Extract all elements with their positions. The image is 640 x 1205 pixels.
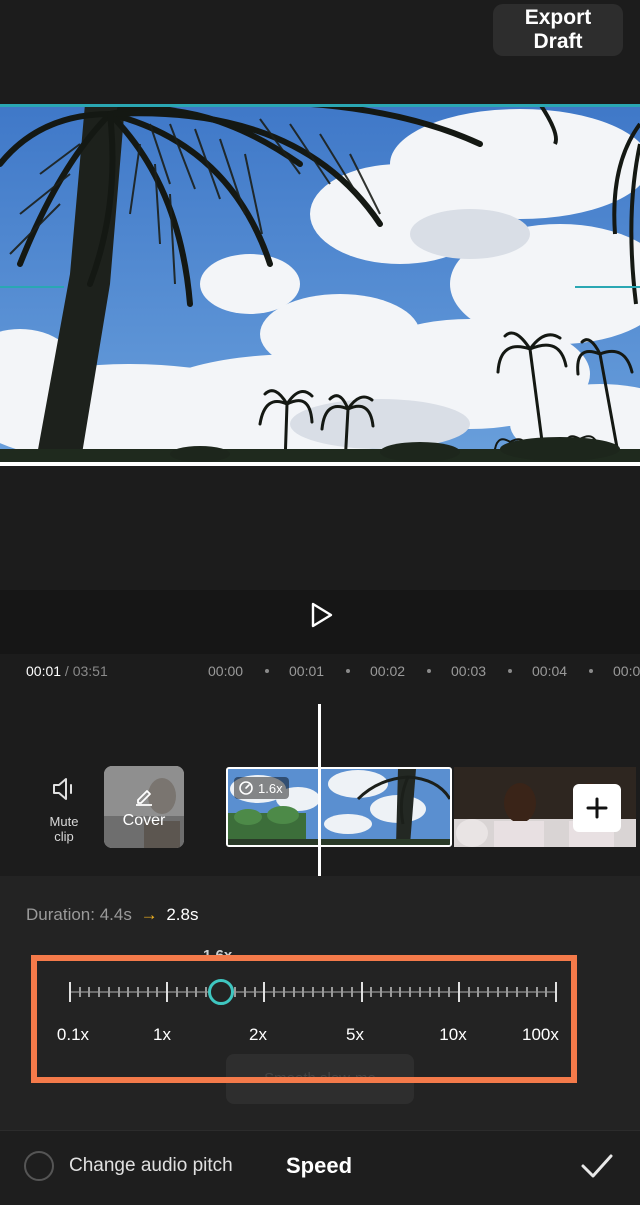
duration-new: 2.8s [166,905,199,924]
speaker-icon [53,778,72,800]
duration-info: Duration: 4.4s → 2.8s [26,905,198,925]
change-audio-pitch-label[interactable]: Change audio pitch [69,1155,233,1177]
mute-label-line2: clip [54,829,74,844]
playback-time: 00:01 / 03:51 [26,663,108,679]
ruler-label: 00:02 [370,663,406,679]
change-audio-pitch-radio[interactable] [24,1151,54,1181]
clip-speed-value: 1.6x [258,780,283,796]
ruler-dot [265,669,269,673]
cover-button[interactable]: Cover [104,766,184,848]
selected-clip[interactable]: 1.6x [226,767,452,847]
ruler-dot [508,669,512,673]
mute-label-line1: Mute [49,814,79,829]
total-time: 03:51 [72,663,108,679]
duration-label: Duration: [26,905,95,924]
add-clip-button[interactable] [573,784,621,832]
play-icon [311,602,333,628]
preview-image [0,104,640,466]
ruler-label: 00:00 [208,663,244,679]
preview-top-border [0,104,640,107]
panel-title: Speed [286,1153,353,1178]
playhead[interactable] [318,704,321,876]
ruler-dot [427,669,431,673]
speedometer-icon [239,781,253,795]
canvas-area [0,466,640,590]
cover-label: Cover [122,812,166,829]
export-label-line2: Draft [533,30,583,53]
edit-pen-icon [136,790,152,806]
ruler-dot [346,669,350,673]
arrow-right-icon: → [140,905,158,924]
duration-old: 4.4s [99,905,132,924]
video-preview[interactable] [0,104,640,466]
export-label-line1: Export [524,6,592,29]
checkmark-icon [581,1154,613,1178]
time-separator: / [61,663,73,679]
current-time: 00:01 [26,663,62,679]
ruler-label: 00:01 [289,663,325,679]
ruler-label: 00:0 [613,663,640,679]
ruler-label: 00:04 [532,663,568,679]
mute-clip-button[interactable]: Mute clip [36,775,92,844]
confirm-button[interactable] [579,1148,615,1184]
play-button[interactable] [306,600,336,630]
highlight-annotation-box [31,955,577,1083]
ruler-label: 00:03 [451,663,487,679]
clip-speed-badge: 1.6x [234,777,289,799]
plus-icon [586,797,608,819]
export-draft-button[interactable]: Export Draft [493,4,623,56]
ruler-dot [589,669,593,673]
cover-thumbnail [104,766,184,848]
